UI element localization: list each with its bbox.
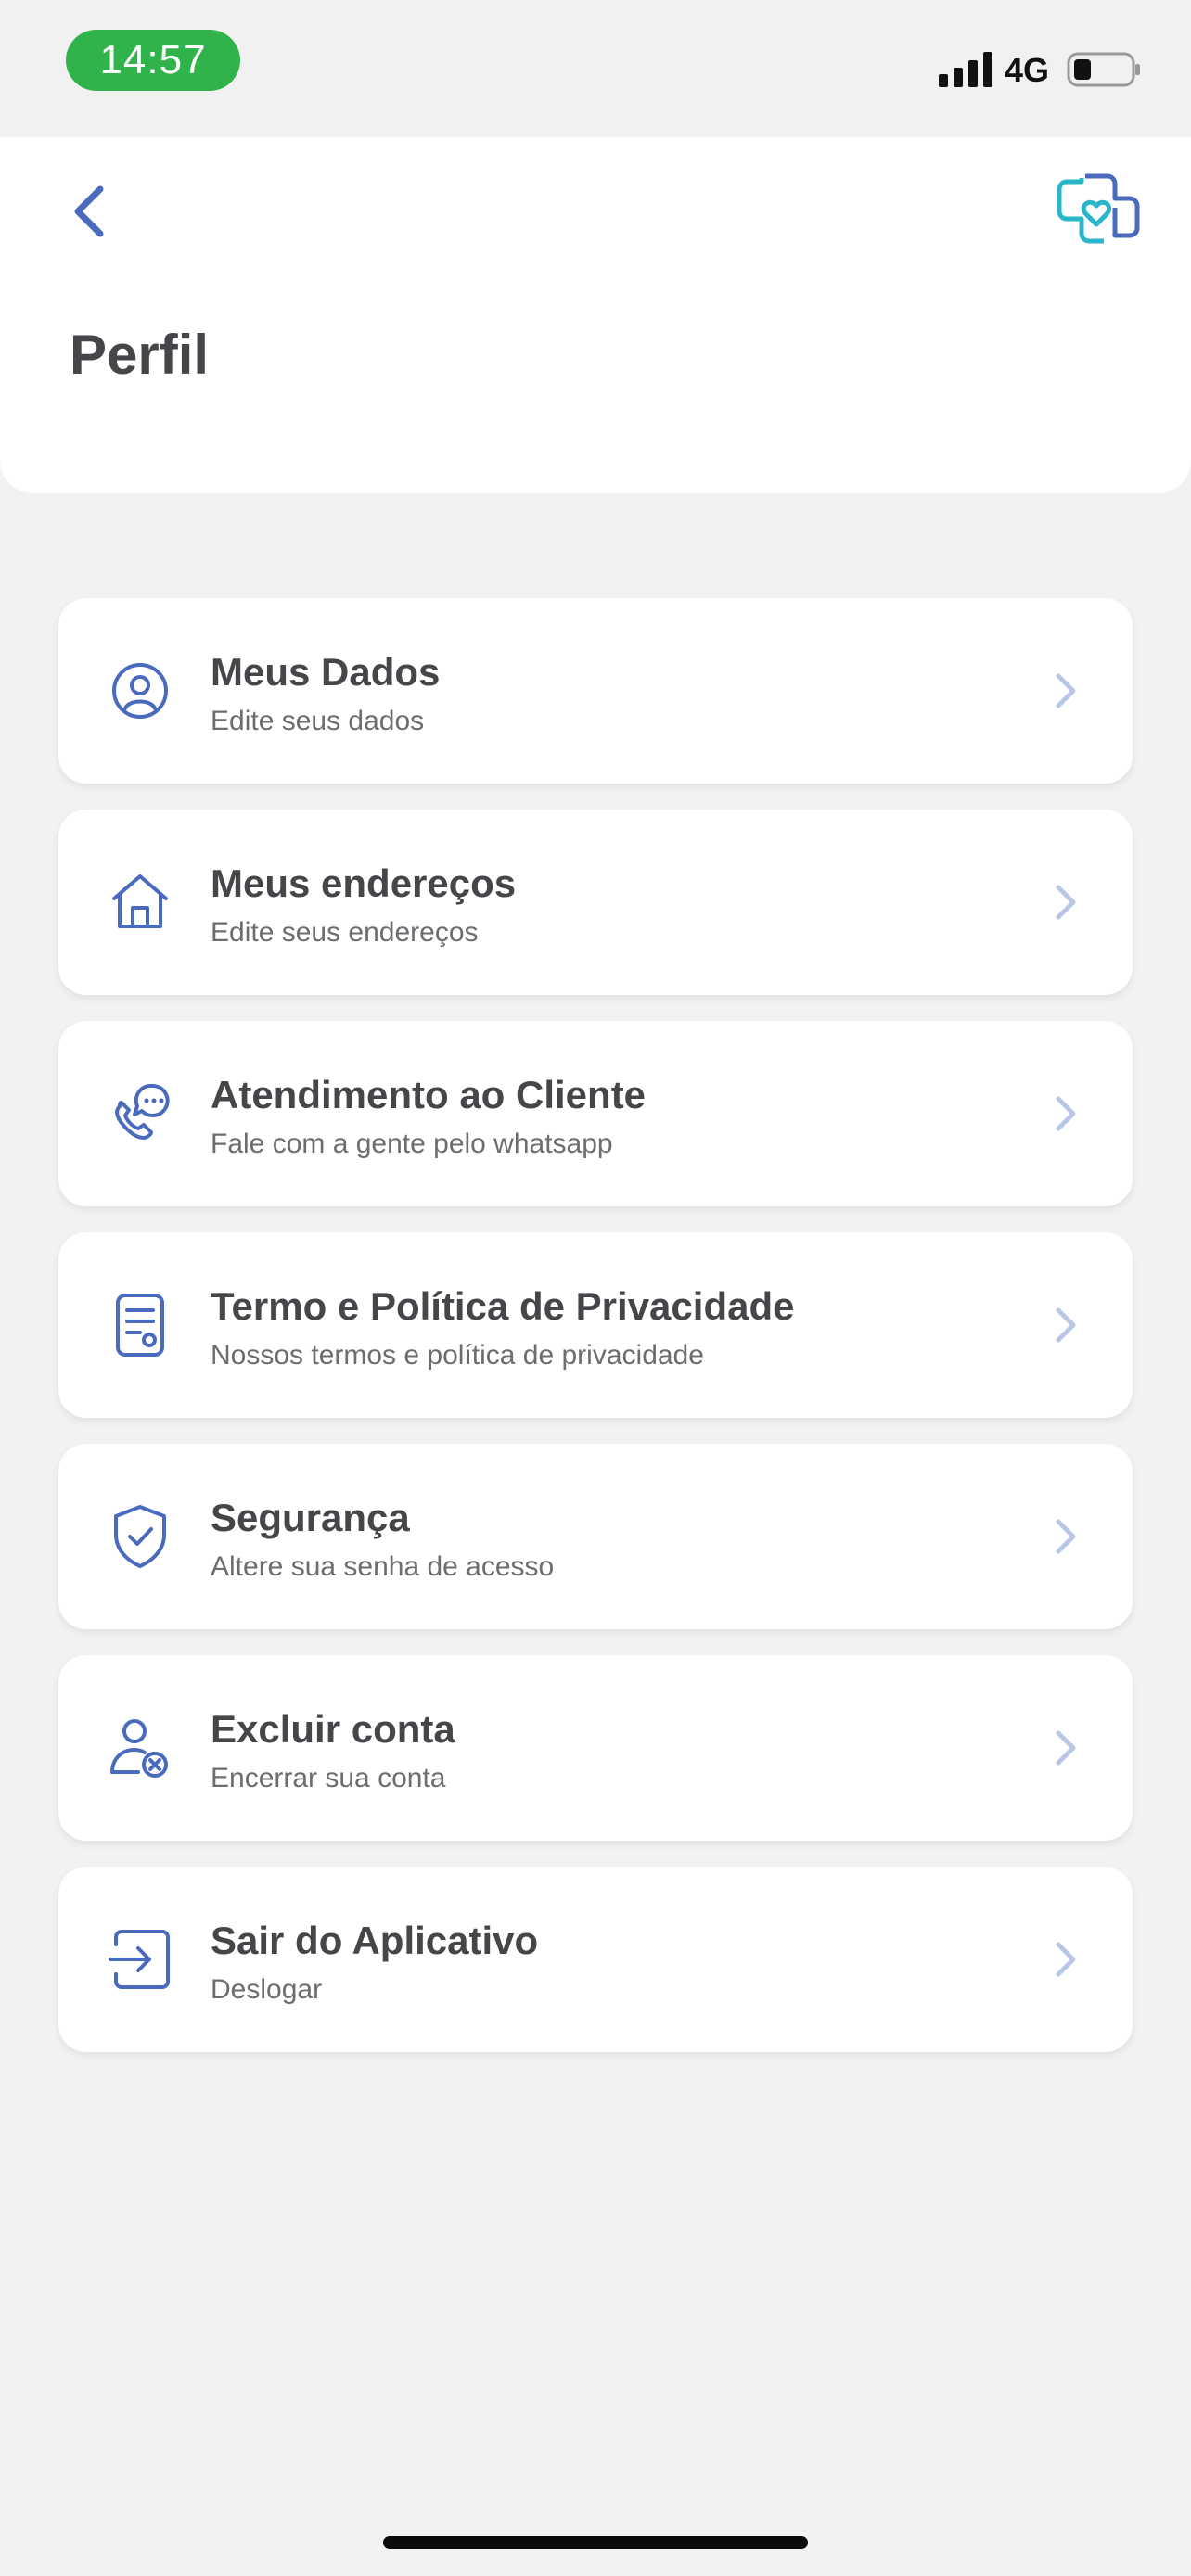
menu-item-subtitle: Fale com a gente pelo whatsapp bbox=[211, 1129, 613, 1159]
phone-chat-icon bbox=[105, 1078, 175, 1149]
battery-icon bbox=[1067, 52, 1140, 87]
chevron-right-icon bbox=[1056, 673, 1076, 708]
status-time: 14:57 bbox=[66, 30, 240, 91]
menu-item-subtitle: Nossos termos e política de privacidade bbox=[211, 1340, 704, 1371]
menu-item-subtitle: Edite seus dados bbox=[211, 706, 425, 736]
menu-item-meus-enderecos[interactable]: Meus endereços Edite seus endereços bbox=[58, 810, 1133, 995]
header: Perfil bbox=[0, 137, 1191, 493]
menu-item-title: Sair do Aplicativo bbox=[211, 1919, 539, 1962]
chevron-right-icon bbox=[1056, 1307, 1076, 1343]
chevron-right-icon bbox=[1056, 1942, 1076, 1977]
profile-screen: 14:57 4G Perfil Meus Dados Edite seus da… bbox=[0, 0, 1191, 2576]
menu-item-subtitle: Encerrar sua conta bbox=[211, 1763, 446, 1793]
home-indicator[interactable] bbox=[383, 2536, 808, 2549]
menu-item-subtitle: Deslogar bbox=[211, 1974, 323, 2005]
shield-check-icon bbox=[105, 1501, 175, 1572]
document-icon bbox=[105, 1290, 175, 1360]
medical-cross-logo bbox=[1057, 173, 1140, 244]
page-title: Perfil bbox=[70, 324, 210, 386]
menu-item-title: Meus endereços bbox=[211, 861, 517, 905]
signal-bars-icon bbox=[939, 52, 992, 87]
menu-item-title: Atendimento ao Cliente bbox=[211, 1073, 647, 1116]
status-bar: 14:57 4G bbox=[0, 0, 1191, 137]
user-circle-icon bbox=[105, 656, 175, 726]
menu-item-title: Termo e Política de Privacidade bbox=[211, 1284, 795, 1328]
menu-item-title: Meus Dados bbox=[211, 650, 441, 694]
chevron-right-icon bbox=[1056, 1519, 1076, 1554]
menu-item-excluir-conta[interactable]: Excluir conta Encerrar sua conta bbox=[58, 1655, 1133, 1841]
menu-item-atendimento[interactable]: Atendimento ao Cliente Fale com a gente … bbox=[58, 1021, 1133, 1206]
network-label: 4G bbox=[1005, 51, 1050, 89]
menu-item-seguranca[interactable]: Segurança Altere sua senha de acesso bbox=[58, 1444, 1133, 1629]
menu-item-sair[interactable]: Sair do Aplicativo Deslogar bbox=[58, 1867, 1133, 2052]
menu-item-title: Segurança bbox=[211, 1496, 410, 1539]
home-icon bbox=[105, 867, 175, 937]
user-remove-icon bbox=[105, 1713, 175, 1783]
menu-item-subtitle: Edite seus endereços bbox=[211, 917, 479, 948]
menu-item-subtitle: Altere sua senha de acesso bbox=[211, 1551, 555, 1582]
back-button[interactable] bbox=[56, 174, 122, 249]
menu-item-title: Excluir conta bbox=[211, 1707, 455, 1751]
chevron-right-icon bbox=[1056, 1730, 1076, 1766]
logout-icon bbox=[105, 1924, 175, 1995]
chevron-right-icon bbox=[1056, 885, 1076, 920]
profile-menu-list: Meus Dados Edite seus dados Meus endereç… bbox=[58, 598, 1133, 2078]
chevron-right-icon bbox=[1056, 1096, 1076, 1131]
menu-item-termos-privacidade[interactable]: Termo e Política de Privacidade Nossos t… bbox=[58, 1232, 1133, 1418]
menu-item-meus-dados[interactable]: Meus Dados Edite seus dados bbox=[58, 598, 1133, 784]
